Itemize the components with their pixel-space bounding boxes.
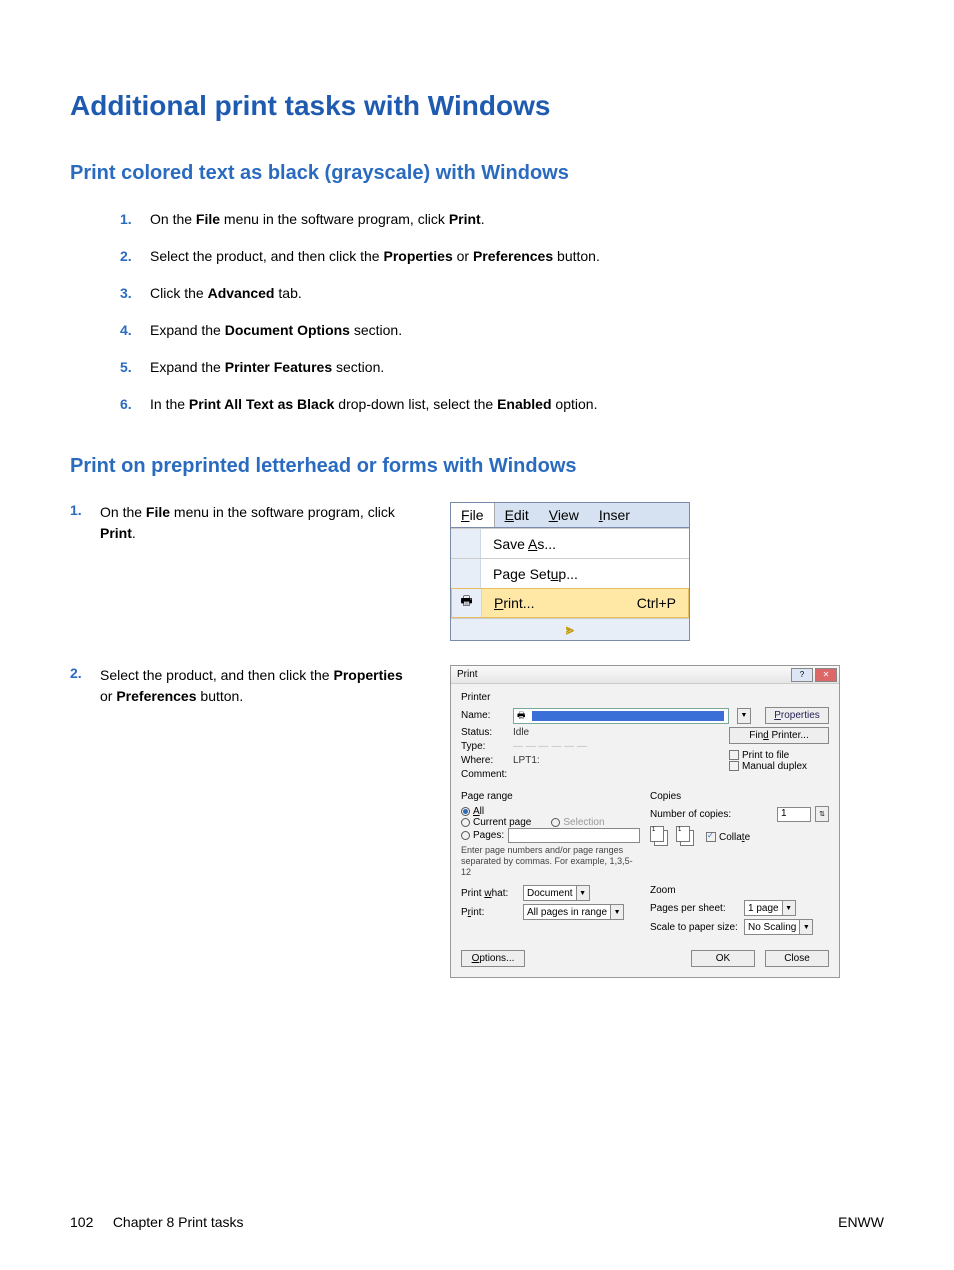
file-menu-mock: File Edit View Inser Save As... Page Set…: [450, 502, 690, 641]
spinner-icon[interactable]: ⇅: [815, 806, 829, 822]
radio-selection: Selection: [551, 817, 604, 828]
chapter-label: Chapter 8 Print tasks: [113, 1214, 244, 1230]
menu-page-setup[interactable]: Page Setup...: [451, 558, 689, 588]
step: 6.In the Print All Text as Black drop-do…: [150, 394, 884, 415]
collate-icon: 21 21: [650, 826, 696, 848]
step: 3.Click the Advanced tab.: [150, 283, 884, 304]
section-title-letterhead: Print on preprinted letterhead or forms …: [70, 455, 884, 478]
menubar-file[interactable]: File: [451, 503, 495, 527]
pages-input[interactable]: [508, 828, 640, 843]
radio-current[interactable]: Current page: [461, 817, 531, 828]
print-dialog: Print ? ✕ Printer Name: 🖶 ▼ Properties: [450, 665, 840, 978]
pages-per-sheet-select[interactable]: 1 page▼: [744, 900, 796, 916]
printer-name-select[interactable]: 🖶: [513, 708, 729, 724]
find-printer-button[interactable]: Find Printer...: [729, 727, 829, 744]
print-what-select[interactable]: Document▼: [523, 885, 590, 901]
menu-expand[interactable]: ⪢: [451, 618, 689, 640]
step: 1.On the File menu in the software progr…: [150, 209, 884, 230]
chevron-down-icon[interactable]: ▼: [737, 708, 751, 724]
radio-pages[interactable]: Pages:: [461, 830, 504, 841]
options-button[interactable]: Options...: [461, 950, 525, 967]
dialog-title: Print: [457, 669, 478, 680]
steps-list-a: 1.On the File menu in the software progr…: [70, 209, 884, 415]
page-footer: 102 Chapter 8 Print tasks ENWW: [70, 1214, 884, 1230]
page-number: 102: [70, 1214, 93, 1230]
print-to-file-checkbox[interactable]: Print to file: [729, 750, 829, 761]
step: 5.Expand the Printer Features section.: [150, 357, 884, 378]
menubar-edit[interactable]: Edit: [495, 503, 539, 527]
printer-icon: 🖶: [517, 708, 526, 724]
manual-duplex-checkbox[interactable]: Manual duplex: [729, 761, 829, 772]
ok-button[interactable]: OK: [691, 950, 755, 967]
step: 4.Expand the Document Options section.: [150, 320, 884, 341]
copies-input[interactable]: 1: [777, 807, 811, 822]
printer-section-label: Printer: [461, 692, 829, 703]
pages-hint: Enter page numbers and/or page ranges se…: [461, 845, 640, 877]
page-title: Additional print tasks with Windows: [70, 90, 884, 122]
chevron-down-icon: ⪢: [566, 621, 574, 637]
menubar-view[interactable]: View: [539, 503, 589, 527]
menu-print[interactable]: 🖶 Print... Ctrl+P: [451, 588, 689, 618]
print-range-select[interactable]: All pages in range▼: [523, 904, 624, 920]
footer-brand: ENWW: [838, 1214, 884, 1230]
step-text: On the File menu in the software program…: [100, 502, 410, 641]
section-title-grayscale: Print colored text as black (grayscale) …: [70, 162, 884, 185]
step-text: Select the product, and then click the P…: [100, 665, 410, 978]
print-icon: 🖶: [460, 592, 472, 614]
scale-select[interactable]: No Scaling▼: [744, 919, 813, 935]
close-icon[interactable]: ✕: [815, 668, 837, 682]
radio-all[interactable]: All: [461, 806, 640, 817]
collate-checkbox[interactable]: Collate: [706, 832, 750, 843]
step: 2.Select the product, and then click the…: [150, 246, 884, 267]
menu-save-as[interactable]: Save As...: [451, 528, 689, 558]
properties-button[interactable]: Properties: [765, 707, 829, 724]
menubar-insert[interactable]: Inser: [589, 503, 640, 527]
close-button[interactable]: Close: [765, 950, 829, 967]
help-button[interactable]: ?: [791, 668, 813, 682]
